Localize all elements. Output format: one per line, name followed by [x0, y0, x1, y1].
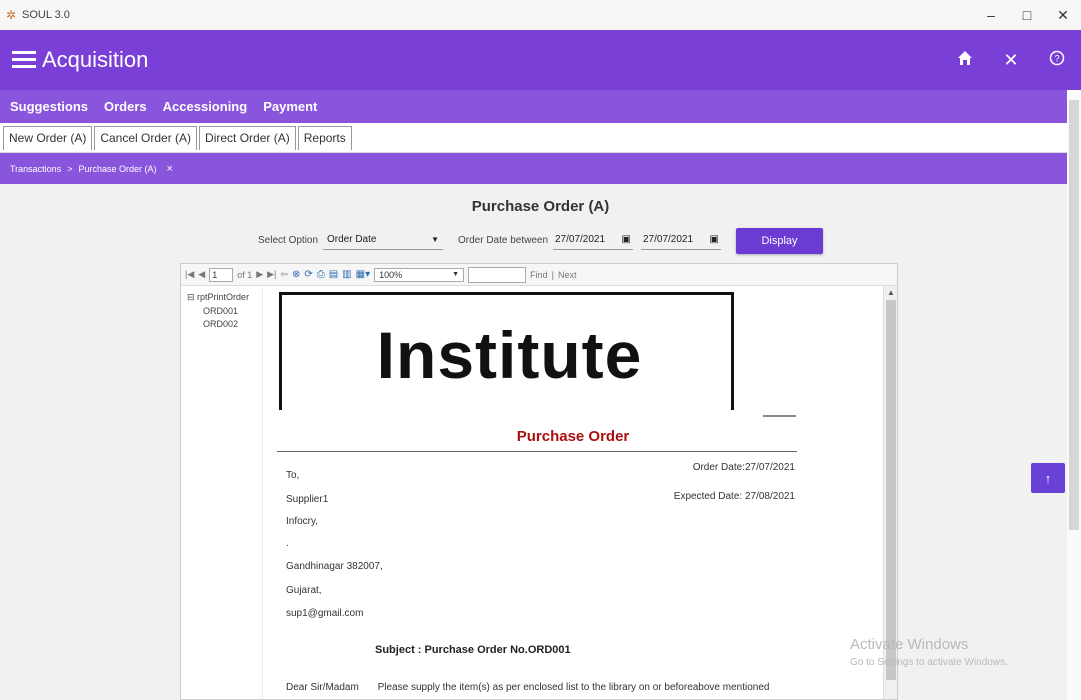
first-page-icon[interactable]: |◀: [185, 269, 194, 280]
prev-page-icon[interactable]: ◀: [198, 269, 205, 280]
supplier-company: Infocry,: [286, 516, 319, 527]
order-date: Order Date:27/07/2021: [692, 462, 795, 473]
date-from-value: 27/07/2021: [555, 234, 606, 245]
refresh-icon[interactable]: ⟳: [304, 269, 312, 280]
report-toolbar: |◀ ◀ 1 of 1 ▶ ▶| ⇦ ⊗ ⟳ ⎙ ▤ ▥ ▦▾ 100% ▼ F…: [181, 264, 897, 286]
document-map-root[interactable]: ⊟ rptPrintOrder: [187, 292, 262, 303]
minimize-button[interactable]: –: [973, 0, 1009, 30]
breadcrumb-purchase-order[interactable]: Purchase Order (A): [78, 164, 156, 174]
back-icon[interactable]: ⇦: [280, 269, 288, 280]
breadcrumb: Transactions > Purchase Order (A) ×: [0, 153, 1081, 184]
order-subtabs: New Order (A) Cancel Order (A) Direct Or…: [0, 123, 1081, 153]
menu-item-accessioning[interactable]: Accessioning: [163, 99, 248, 114]
supplier-state: Gujarat,: [286, 585, 322, 596]
scroll-up-icon[interactable]: ▲: [887, 288, 895, 297]
salutation: Dear Sir/Madam: [286, 682, 359, 693]
last-page-icon[interactable]: ▶|: [267, 269, 276, 280]
watermark-subtitle: Go to Settings to activate Windows.: [850, 657, 1008, 668]
document-map-node[interactable]: ORD002: [203, 319, 262, 329]
chevron-down-icon: ▼: [452, 270, 460, 278]
select-option-value: Order Date: [327, 234, 377, 245]
breadcrumb-transactions[interactable]: Transactions: [10, 164, 61, 174]
window-controls: – □ ✕: [973, 0, 1081, 30]
divider: [277, 451, 797, 452]
home-icon[interactable]: [955, 50, 975, 71]
page-scrollbar[interactable]: [1067, 90, 1081, 700]
toolbar-divider: |: [551, 269, 554, 280]
page-count: of 1: [237, 269, 253, 280]
stop-icon[interactable]: ⊗: [292, 269, 300, 280]
report-heading: Purchase Order: [516, 428, 630, 445]
maximize-button[interactable]: □: [1009, 0, 1045, 30]
arrow-up-icon: ↑: [1044, 470, 1052, 486]
print-icon[interactable]: ⎙: [317, 269, 325, 280]
find-link[interactable]: Find: [530, 270, 548, 280]
tab-direct-order[interactable]: Direct Order (A): [199, 125, 296, 150]
divider: [763, 415, 796, 417]
address-to: To,: [286, 470, 300, 481]
address-line: .: [286, 538, 289, 549]
scrollbar-thumb[interactable]: [1069, 100, 1079, 530]
app-logo-icon: ✲: [6, 8, 17, 22]
menu-item-payment[interactable]: Payment: [263, 99, 317, 114]
window-titlebar: ✲ SOUL 3.0 – □ ✕: [0, 0, 1081, 30]
supplier-email: sup1@gmail.com: [286, 608, 364, 619]
calendar-icon[interactable]: ▣: [622, 234, 631, 245]
tab-new-order[interactable]: New Order (A): [3, 125, 93, 150]
display-button[interactable]: Display: [736, 228, 823, 254]
report-page-area: Institute Purchase Order Order Date:27/0…: [263, 286, 897, 699]
find-input[interactable]: [468, 266, 527, 283]
report-subject: Subject : Purchase Order No.ORD001: [375, 644, 571, 656]
select-option-label: Select Option: [258, 234, 319, 246]
next-link[interactable]: Next: [558, 270, 577, 280]
document-map-node[interactable]: ORD001: [203, 306, 262, 316]
menu-item-suggestions[interactable]: Suggestions: [10, 99, 88, 114]
module-title: Acquisition: [42, 47, 149, 72]
main-content: Purchase Order (A) Select Option Order D…: [0, 184, 1081, 700]
tab-cancel-order[interactable]: Cancel Order (A): [94, 125, 198, 150]
page-number-input[interactable]: 1: [209, 267, 234, 282]
body-text: Please supply the item(s) as per enclose…: [377, 682, 770, 693]
scroll-to-top-button[interactable]: ↑: [1031, 463, 1065, 493]
date-to-field[interactable]: 27/07/2021 ▣: [641, 230, 721, 250]
help-icon[interactable]: ?: [1047, 50, 1067, 71]
supplier-city: Gandhinagar 382007,: [286, 561, 383, 572]
close-icon[interactable]: ✕: [1001, 50, 1021, 71]
hamburger-menu-icon[interactable]: [12, 51, 38, 69]
menu-item-orders[interactable]: Orders: [104, 99, 147, 114]
svg-text:?: ?: [1054, 53, 1059, 63]
institute-logo: Institute: [279, 292, 734, 410]
next-page-icon[interactable]: ▶: [256, 269, 263, 280]
supplier-name: Supplier1: [286, 494, 329, 505]
scrollbar-thumb[interactable]: [886, 300, 896, 680]
calendar-icon[interactable]: ▣: [710, 234, 719, 245]
expected-date: Expected Date: 27/08/2021: [673, 491, 795, 502]
tab-reports[interactable]: Reports: [297, 125, 352, 150]
breadcrumb-close-icon[interactable]: ×: [166, 163, 172, 175]
page-title: Purchase Order (A): [471, 198, 610, 215]
logo-text: Institute: [376, 318, 643, 392]
chevron-down-icon: ▼: [431, 235, 439, 244]
export-icon[interactable]: ▦▾: [356, 269, 370, 280]
watermark-title: Activate Windows: [850, 636, 969, 653]
breadcrumb-separator: >: [67, 163, 73, 174]
date-from-field[interactable]: 27/07/2021 ▣: [553, 230, 633, 250]
activate-windows-watermark: Activate Windows Go to Settings to activ…: [850, 636, 1008, 668]
print-layout-icon[interactable]: ▤: [329, 269, 338, 280]
app-header: Acquisition ✕ ?: [0, 30, 1081, 90]
main-menu: Suggestions Orders Accessioning Payment: [0, 90, 1081, 123]
zoom-select[interactable]: 100% ▼: [374, 267, 465, 282]
report-page: Institute Purchase Order Order Date:27/0…: [263, 286, 883, 699]
zoom-value: 100%: [379, 269, 403, 280]
date-to-value: 27/07/2021: [643, 234, 694, 245]
window-title: SOUL 3.0: [22, 9, 70, 21]
letter-body: Dear Sir/Madam Please supply the item(s)…: [286, 682, 806, 693]
document-map: ⊟ rptPrintOrder ORD001 ORD002: [181, 286, 263, 699]
page-setup-icon[interactable]: ▥: [342, 269, 351, 280]
select-option-dropdown[interactable]: Order Date ▼: [323, 230, 443, 250]
report-viewer: |◀ ◀ 1 of 1 ▶ ▶| ⇦ ⊗ ⟳ ⎙ ▤ ▥ ▦▾ 100% ▼ F…: [180, 263, 898, 700]
date-between-label: Order Date between: [458, 234, 549, 246]
close-window-button[interactable]: ✕: [1045, 0, 1081, 30]
